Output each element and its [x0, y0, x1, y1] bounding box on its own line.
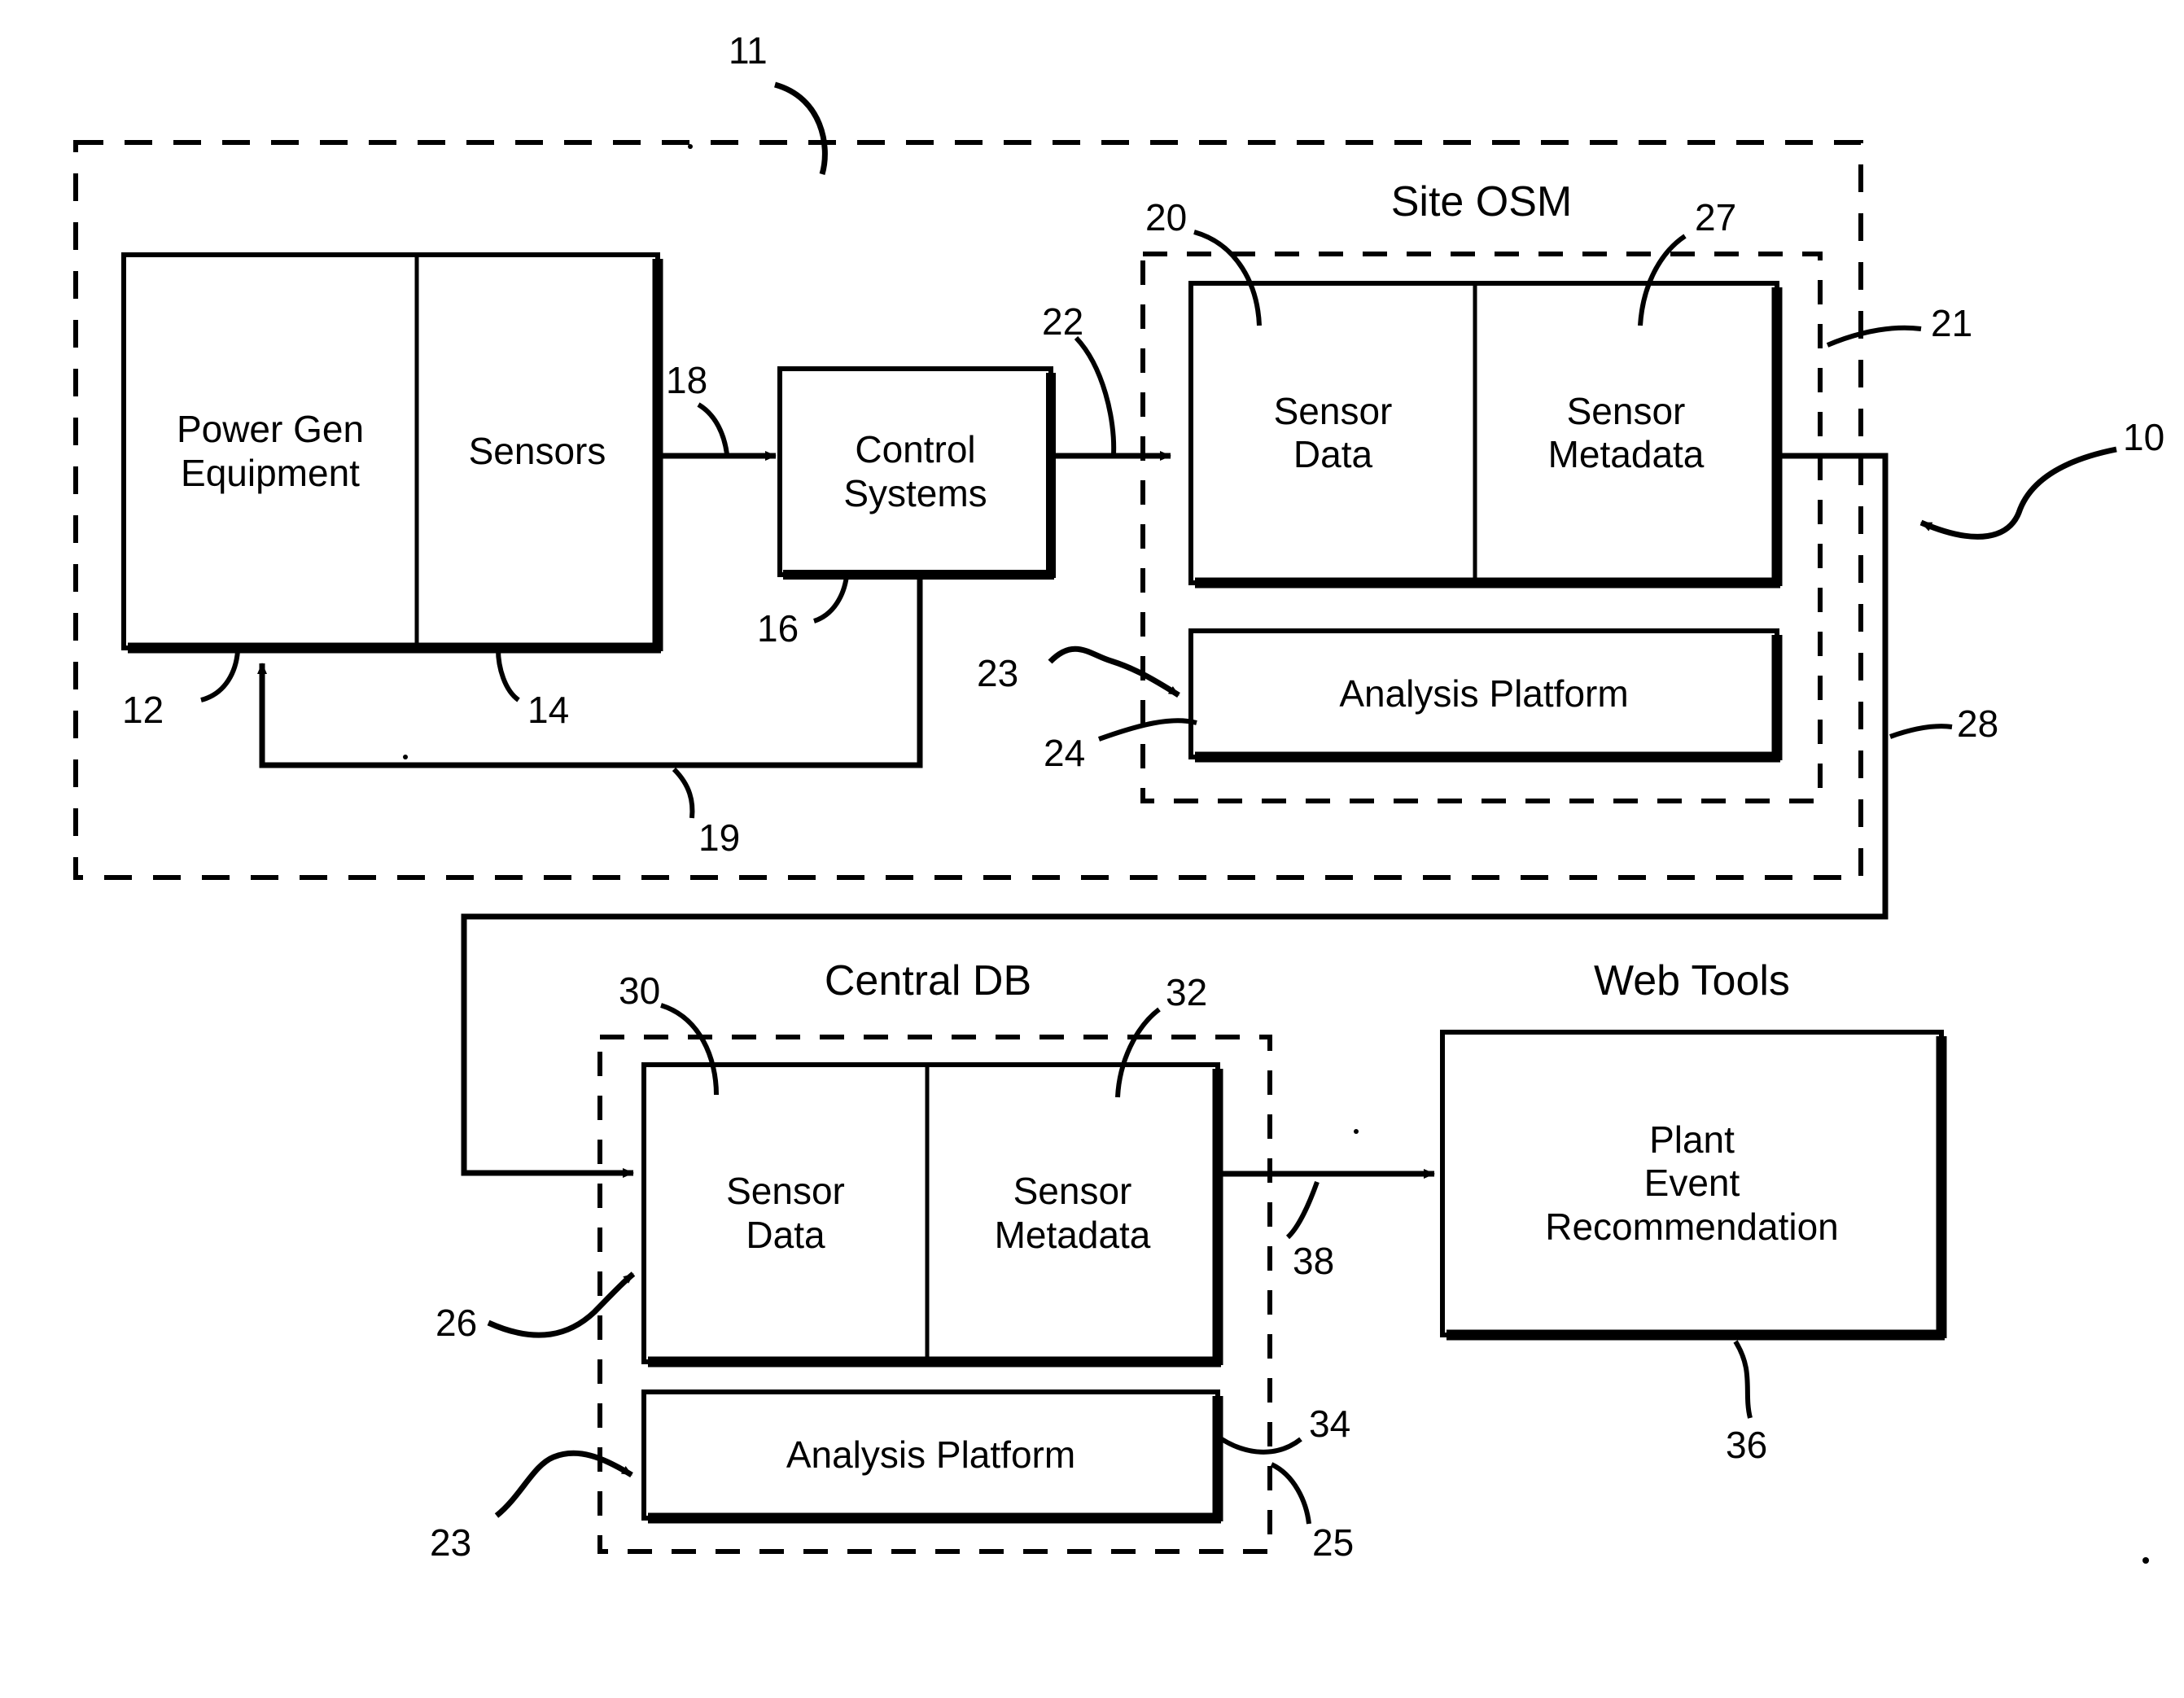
figure-linework: [73, 81, 2149, 1564]
ref-30: 30: [619, 969, 661, 1012]
leader-14: [496, 649, 520, 702]
power-gen-equipment-block: [121, 252, 663, 654]
ref-32: 32: [1166, 971, 1208, 1013]
group-title-web-tools: Web Tools: [1594, 957, 1790, 1004]
leader-12: [200, 650, 240, 702]
leader-36: [1733, 1340, 1753, 1419]
control-output-arrow: [1054, 335, 1171, 461]
leader-11: [774, 81, 828, 175]
ref-28: 28: [1957, 702, 1999, 745]
system-leader-10: [1919, 446, 2117, 540]
ref-16: 16: [757, 607, 799, 650]
ref-22: 22: [1042, 300, 1084, 343]
scan-speck: [688, 144, 693, 149]
leader-21: [1826, 325, 1922, 348]
leader-34: [1213, 1432, 1302, 1455]
ref-14: 14: [527, 689, 570, 731]
leader-25: [1270, 1462, 1311, 1525]
control-systems-block: [777, 366, 1056, 580]
leader-26: [487, 1271, 636, 1338]
scan-speck: [1938, 1030, 1943, 1035]
ref-20: 20: [1145, 196, 1188, 239]
patent-figure: Site OSM Central DB Web Tools Power Gen …: [0, 0, 2184, 1698]
ref-19: 19: [698, 816, 741, 859]
site-analysis-platform-block: [1188, 628, 1783, 763]
ref-38: 38: [1293, 1240, 1335, 1282]
leader-24: [1097, 718, 1197, 742]
ref-18: 18: [666, 359, 708, 401]
ref-24: 24: [1044, 732, 1086, 774]
ref-23-db: 23: [430, 1521, 472, 1564]
db-sensor-store-block: [641, 1062, 1223, 1368]
ref-25: 25: [1312, 1521, 1355, 1564]
group-title-site-osm: Site OSM: [1390, 178, 1573, 225]
db-to-web-link: [1221, 1169, 1435, 1240]
db-analysis-input-arrow: [494, 1450, 633, 1518]
ref-26: 26: [435, 1302, 478, 1344]
plant-event-recommendation-block: [1440, 1030, 1947, 1341]
ref-12: 12: [122, 689, 164, 731]
db-analysis-platform-block: [641, 1389, 1223, 1524]
site-analysis-input-arrow: [1048, 646, 1180, 698]
ref-23-site: 23: [977, 652, 1019, 694]
site-sensor-store-block: [1188, 281, 1783, 589]
scan-speck: [1354, 1129, 1359, 1134]
ref-36: 36: [1726, 1424, 1768, 1466]
scan-speck: [403, 755, 408, 759]
sensor-signal-arrow: [661, 402, 777, 461]
leader-16: [812, 575, 849, 624]
ref-11: 11: [729, 29, 768, 72]
ref-10: 10: [2123, 416, 2165, 458]
ref-27: 27: [1695, 196, 1737, 239]
scan-speck: [2142, 1557, 2149, 1564]
ref-34: 34: [1309, 1403, 1351, 1445]
group-title-central-db: Central DB: [824, 957, 1032, 1004]
ref-21: 21: [1931, 302, 1973, 344]
